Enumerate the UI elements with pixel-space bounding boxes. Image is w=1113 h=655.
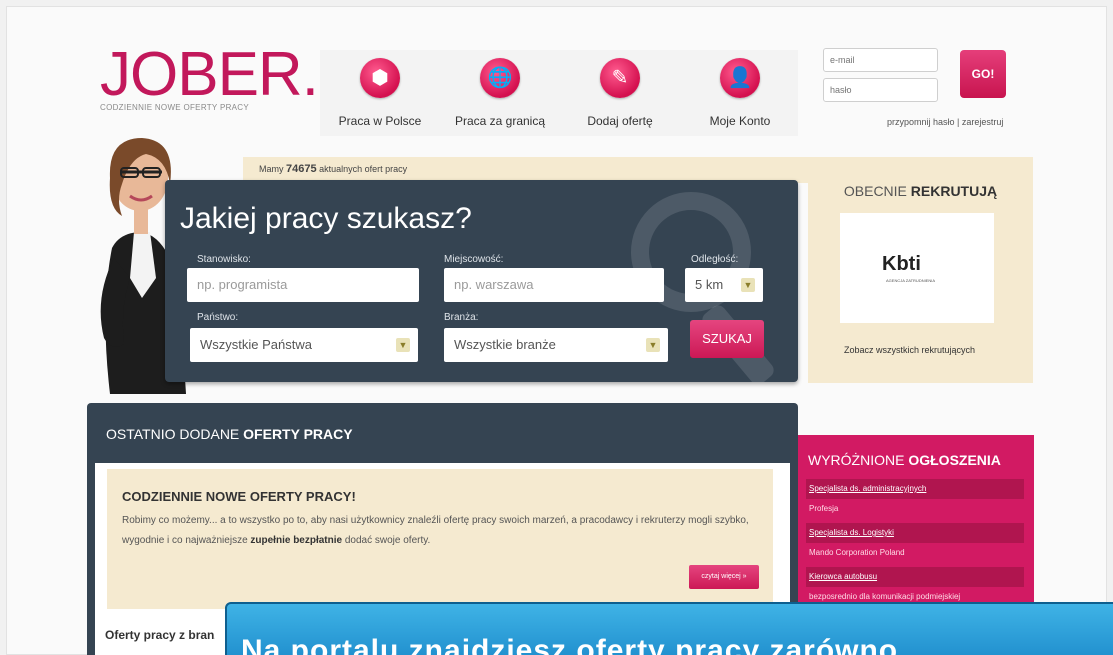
- see-all-recruiters-link[interactable]: Zobacz wszystkich rekrutujących: [844, 345, 975, 355]
- country-label: Państwo:: [197, 312, 239, 323]
- country-select[interactable]: Wszystkie Państwa ▼: [190, 328, 418, 362]
- city-input[interactable]: np. warszawa: [444, 268, 664, 302]
- nav-label: Dodaj ofertę: [587, 114, 653, 128]
- featured-ads-title: WYRÓŻNIONE OGŁOSZENIA: [808, 452, 1001, 468]
- main-nav: ⬢ Praca w Polsce 🌐 Praca za granicą ✎ Do…: [320, 50, 798, 136]
- featured-item[interactable]: Kierowca autobusu bezposrednio dla komun…: [806, 567, 1024, 607]
- offers-count-number: 74675: [286, 163, 317, 175]
- featured-item[interactable]: Specjalista ds. administracyjnych Profes…: [806, 479, 1024, 519]
- chevron-down-icon: ▼: [396, 338, 410, 352]
- recruiting-title: OBECNIE REKRUTUJĄ: [843, 183, 998, 199]
- nav-item-praca-za-granica[interactable]: 🌐 Praca za granicą: [440, 50, 560, 136]
- chevron-down-icon: ▼: [646, 338, 660, 352]
- job-search-panel: Jakiej pracy szukasz? Stanowisko: np. pr…: [165, 180, 798, 382]
- industry-select[interactable]: Wszystkie branże ▼: [444, 328, 668, 362]
- globe-icon: 🌐: [480, 58, 520, 98]
- login-button[interactable]: GO!: [960, 50, 1006, 98]
- offers-count-text: Mamy 74675 aktualnych ofert pracy: [259, 163, 408, 175]
- email-input[interactable]: [823, 48, 938, 72]
- offers-by-industry-heading: Oferty pracy z branż: [105, 628, 215, 642]
- nav-item-praca-w-polsce[interactable]: ⬢ Praca w Polsce: [320, 50, 440, 136]
- promo-text: Robimy co możemy... a to wszystko po to,…: [122, 515, 749, 546]
- featured-item-title[interactable]: Kierowca autobusu: [806, 567, 1024, 587]
- chevron-down-icon: ▼: [741, 278, 755, 292]
- position-input[interactable]: np. programista: [187, 268, 419, 302]
- featured-item-title[interactable]: Specjalista ds. Logistyki: [806, 523, 1024, 543]
- poland-map-icon: ⬢: [360, 58, 400, 98]
- promo-box: CODZIENNIE NOWE OFERTY PRACY! Robimy co …: [107, 469, 773, 609]
- caption-banner-text: Na portalu znajdziesz oferty pracy zarów…: [241, 634, 899, 655]
- position-label: Stanowisko:: [197, 254, 251, 265]
- caption-banner: Na portalu znajdziesz oferty pracy zarów…: [225, 602, 1113, 655]
- promo-heading: CODZIENNIE NOWE OFERTY PRACY!: [122, 489, 356, 504]
- search-title: Jakiej pracy szukasz?: [180, 202, 472, 235]
- password-input[interactable]: [823, 78, 938, 102]
- document-edit-icon: ✎: [600, 58, 640, 98]
- user-icon: 👤: [720, 58, 760, 98]
- city-label: Miejscowość:: [444, 254, 504, 265]
- featured-item-title[interactable]: Specjalista ds. administracyjnych: [806, 479, 1024, 499]
- featured-item-company: Mando Corporation Poland: [809, 548, 905, 557]
- nav-label: Praca w Polsce: [338, 114, 422, 128]
- featured-item-company: Profesja: [809, 504, 839, 513]
- industry-label: Branża:: [444, 312, 479, 323]
- distance-select[interactable]: 5 km ▼: [685, 268, 763, 302]
- nav-item-dodaj-oferte[interactable]: ✎ Dodaj ofertę: [560, 50, 680, 136]
- distance-label: Odległość:: [691, 254, 739, 265]
- nav-item-moje-konto[interactable]: 👤 Moje Konto: [680, 50, 800, 136]
- nav-label: Moje Konto: [709, 114, 771, 128]
- latest-offers-title: OSTATNIO DODANE OFERTY PRACY: [106, 426, 353, 442]
- nav-label: Praca za granicą: [454, 114, 546, 128]
- featured-item[interactable]: Specjalista ds. Logistyki Mando Corporat…: [806, 523, 1024, 563]
- read-more-button[interactable]: czytaj więcej »: [689, 565, 759, 589]
- recruiter-logo-text: Kbti: [882, 253, 921, 275]
- login-links[interactable]: przypomnij hasło | zarejestruj: [887, 117, 1003, 127]
- site-tagline: CODZIENNIE NOWE OFERTY PRACY: [100, 103, 250, 112]
- recruiter-logo[interactable]: Kbti AGENCJA ZATRUDNIENIA: [840, 213, 994, 323]
- recruiter-logo-subtext: AGENCJA ZATRUDNIENIA: [886, 278, 936, 283]
- search-button[interactable]: SZUKAJ: [690, 320, 764, 358]
